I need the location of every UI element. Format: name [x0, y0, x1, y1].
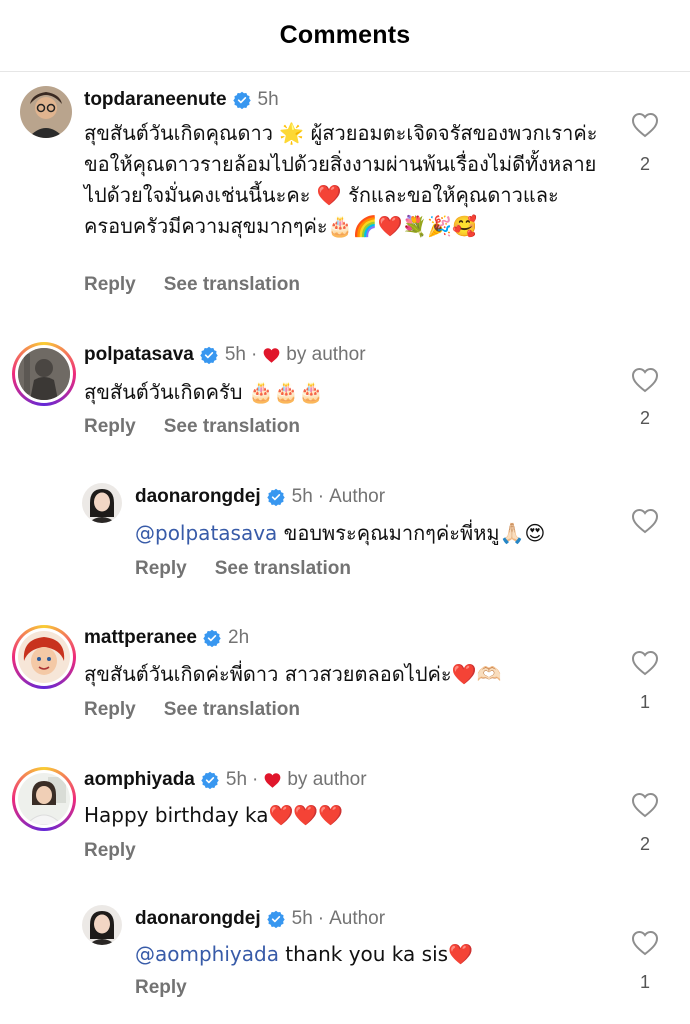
- comment-actions: Reply See translation: [84, 274, 300, 296]
- heart-icon[interactable]: [631, 508, 659, 534]
- by-author-label: by author: [286, 344, 366, 365]
- story-ring[interactable]: [12, 342, 76, 406]
- comments-header: Comments: [0, 0, 690, 72]
- filled-heart-icon: [263, 772, 282, 789]
- story-ring[interactable]: [12, 625, 76, 689]
- comment-meta: polpatasava 5h · by author: [84, 344, 366, 366]
- comment-meta: mattperanee 2h: [84, 627, 249, 649]
- verified-badge-icon: [266, 910, 285, 928]
- like-count: 1: [639, 972, 650, 992]
- comment-meta: aomphiyada 5h · by author: [84, 769, 367, 791]
- like-count: 1: [639, 692, 650, 712]
- comment-actions: Reply See translation: [84, 699, 300, 721]
- reply-button[interactable]: Reply: [84, 416, 136, 438]
- author-tag: Author: [329, 486, 386, 507]
- reply-button[interactable]: Reply: [84, 840, 136, 862]
- like-count: 2: [639, 834, 650, 854]
- avatar: [18, 773, 70, 825]
- heart-icon[interactable]: [631, 367, 659, 393]
- username[interactable]: aomphiyada: [84, 769, 195, 791]
- comment-actions: Reply: [84, 840, 136, 862]
- liked-by-author: by author: [262, 344, 366, 366]
- avatar: [18, 348, 70, 400]
- liked-by-author: by author: [263, 769, 367, 791]
- username[interactable]: polpatasava: [84, 344, 194, 366]
- comment-actions: Reply See translation: [135, 558, 351, 580]
- comment-time: 2h: [228, 627, 250, 648]
- heart-icon[interactable]: [631, 792, 659, 818]
- comment-time: 5h: [224, 344, 246, 365]
- comment-actions: Reply See translation: [84, 416, 300, 438]
- separator-dot: ·: [252, 769, 259, 790]
- separator-dot: ·: [250, 344, 258, 365]
- reply-button[interactable]: Reply: [84, 699, 136, 721]
- heart-icon[interactable]: [631, 112, 659, 138]
- verified-badge-icon: [266, 488, 285, 506]
- story-ring[interactable]: [12, 767, 76, 831]
- username[interactable]: mattperanee: [84, 627, 197, 649]
- comment-text: Happy birthday ka❤️❤️❤️: [84, 803, 344, 827]
- separator-dot: ·: [317, 486, 325, 507]
- verified-badge-icon: [203, 629, 221, 647]
- filled-heart-icon: [262, 347, 281, 364]
- avatar[interactable]: [82, 905, 122, 945]
- comment-text: สุขสันต์วันเกิดค่ะพี่ดาว สาวสวยตลอดไปค่ะ…: [84, 662, 502, 686]
- comment-text: @aomphiyada thank you ka sis❤️: [135, 939, 605, 970]
- username[interactable]: daonarongdej: [135, 908, 261, 930]
- reply-button[interactable]: Reply: [84, 274, 136, 296]
- verified-badge-icon: [201, 771, 219, 789]
- like-count: 2: [639, 154, 650, 174]
- mention-link[interactable]: @polpatasava: [135, 521, 277, 545]
- comment-body: ขอบพระคุณมากๆค่ะพี่หมู🙏🏻😍: [277, 521, 546, 545]
- author-tag: Author: [329, 908, 386, 929]
- see-translation-button[interactable]: See translation: [164, 416, 300, 438]
- avatar: [18, 631, 70, 683]
- see-translation-button[interactable]: See translation: [164, 274, 300, 296]
- by-author-label: by author: [287, 769, 367, 790]
- heart-icon[interactable]: [631, 650, 659, 676]
- comment-time: 5h: [291, 486, 313, 507]
- see-translation-button[interactable]: See translation: [164, 699, 300, 721]
- comment-time: 5h: [225, 769, 248, 790]
- username[interactable]: daonarongdej: [135, 486, 261, 508]
- like-count: 2: [639, 408, 650, 428]
- separator-dot: ·: [317, 908, 325, 929]
- avatar[interactable]: [20, 86, 72, 138]
- avatar[interactable]: [82, 483, 122, 523]
- comment-text: @polpatasava ขอบพระคุณมากๆค่ะพี่หมู🙏🏻😍: [135, 518, 605, 549]
- comment-time: 5h: [257, 89, 279, 110]
- comment-body: thank you ka sis❤️: [278, 942, 473, 966]
- mention-link[interactable]: @aomphiyada: [135, 942, 279, 966]
- page-title: Comments: [279, 21, 411, 49]
- comment-meta: daonarongdej 5h · Author: [135, 908, 385, 930]
- heart-icon[interactable]: [631, 930, 659, 956]
- comment-text: สุขสันต์วันเกิดครับ 🎂🎂🎂: [84, 380, 324, 404]
- reply-button[interactable]: Reply: [135, 977, 187, 999]
- username[interactable]: topdaraneenute: [84, 89, 227, 111]
- comment-text: สุขสันต์วันเกิดคุณดาว 🌟 ผู้สวยอมตะเจิดจร…: [84, 121, 598, 238]
- verified-badge-icon: [232, 91, 251, 109]
- comment-meta: daonarongdej 5h · Author: [135, 486, 385, 508]
- verified-badge-icon: [200, 346, 218, 364]
- reply-button[interactable]: Reply: [135, 558, 187, 580]
- see-translation-button[interactable]: See translation: [215, 558, 351, 580]
- comment-actions: Reply: [135, 977, 187, 999]
- comment-meta: topdaraneenute 5h: [84, 89, 279, 111]
- comment-time: 5h: [291, 908, 313, 929]
